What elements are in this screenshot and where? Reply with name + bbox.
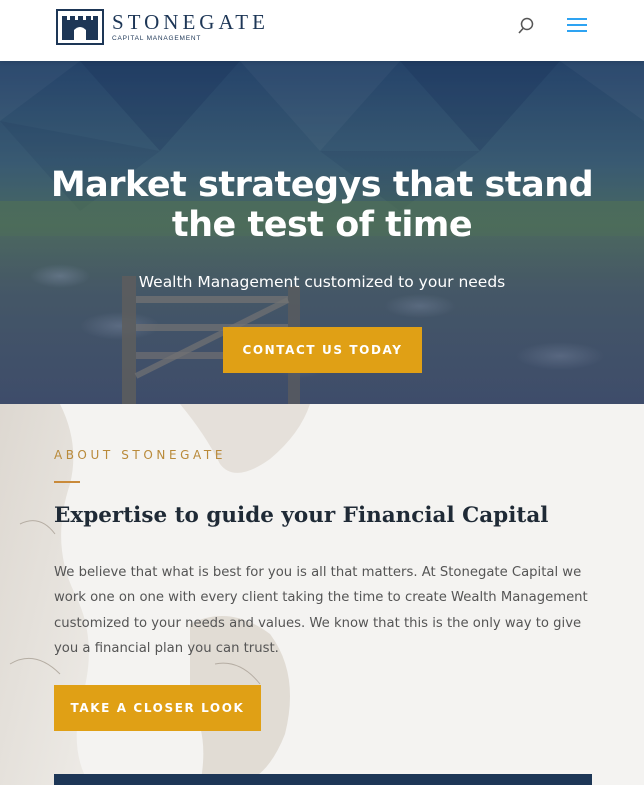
logo-tagline: CAPITAL MANAGEMENT <box>112 34 202 42</box>
about-divider <box>54 481 80 483</box>
site-logo[interactable]: STONEGATE CAPITAL MANAGEMENT <box>56 9 269 45</box>
search-icon[interactable] <box>517 17 535 35</box>
about-body-text: We believe that what is best for you is … <box>54 565 588 656</box>
contact-us-button[interactable]: CONTACT US TODAY <box>223 327 422 373</box>
take-closer-look-button[interactable]: TAKE A CLOSER LOOK <box>54 685 261 731</box>
hero-title: Market strategys that stand the test of … <box>50 165 594 245</box>
site-header: STONEGATE CAPITAL MANAGEMENT <box>0 0 644 61</box>
next-section-bar <box>54 774 592 785</box>
castle-logo-icon <box>56 9 104 45</box>
hamburger-menu-icon[interactable] <box>567 18 587 34</box>
about-eyebrow: ABOUT STONEGATE <box>54 448 227 462</box>
hero-section: Market strategys that stand the test of … <box>0 61 644 404</box>
about-title: Expertise to guide your Financial Capita… <box>54 503 549 528</box>
about-section: ABOUT STONEGATE Expertise to guide your … <box>0 404 644 785</box>
hero-subtitle: Wealth Management customized to your nee… <box>138 273 506 291</box>
logo-name: STONEGATE <box>112 9 269 34</box>
